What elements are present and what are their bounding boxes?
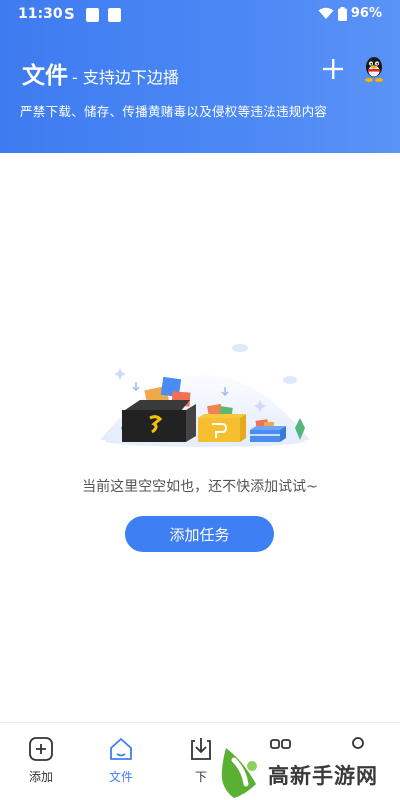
page-subtitle: - 支持边下边播 <box>72 68 179 87</box>
page-title-row: 文件 - 支持边下边播 <box>22 56 179 90</box>
watermark-logo-icon <box>221 748 257 798</box>
battery-percent: 96% <box>350 6 382 21</box>
notification-square-icon <box>108 8 121 22</box>
download-icon <box>191 738 211 760</box>
battery-icon <box>337 6 347 21</box>
status-bar: 11:30 S 96% <box>0 0 400 30</box>
add-task-button[interactable]: 添加任务 <box>125 516 274 552</box>
status-right: 96% <box>318 6 382 21</box>
wifi-icon <box>318 7 334 19</box>
nav-item-files[interactable]: 文件 <box>91 735 151 785</box>
nav-item-add[interactable]: 添加 <box>11 735 71 785</box>
status-s-icon: S <box>64 5 75 23</box>
nav-label-files: 文件 <box>108 770 133 784</box>
watermark: 高新手游网 <box>212 742 400 800</box>
add-square-icon <box>29 737 53 761</box>
watermark-text: 高新手游网 <box>268 764 378 788</box>
legal-notice: 严禁下载、储存、传播黄赌毒以及侵权等违法违规内容 <box>20 104 328 119</box>
nav-label-add: 添加 <box>28 770 53 784</box>
home-icon <box>110 738 132 760</box>
status-time: 11:30 <box>18 6 63 22</box>
header-bar: 11:30 S 96% 文件 - 支持边下边播 严禁下载、储存、传播黄赌毒以及侵… <box>0 0 400 153</box>
qq-penguin-icon[interactable] <box>360 54 388 84</box>
plus-icon[interactable] <box>320 56 346 82</box>
empty-boxes-illustration <box>100 344 310 447</box>
page-title: 文件 <box>22 63 68 89</box>
empty-state-message: 当前这里空空如也，还不快添加试试~ <box>82 479 318 495</box>
notification-square-icon <box>86 8 99 22</box>
